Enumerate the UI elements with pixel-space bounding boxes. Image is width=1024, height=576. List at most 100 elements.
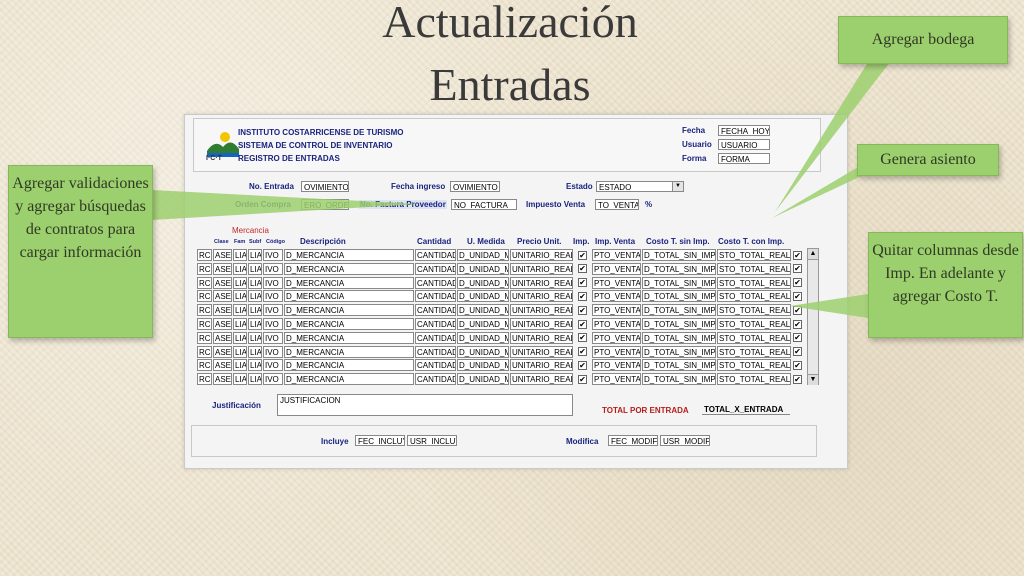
cell-cantidad[interactable]: CANTIDAD xyxy=(415,249,456,261)
row-checkbox[interactable]: ✔ xyxy=(793,305,802,315)
row-checkbox[interactable]: ✔ xyxy=(793,360,802,370)
cell-descripcion[interactable]: D_MERCANCIA xyxy=(284,373,414,386)
cell-subf2[interactable]: LIA xyxy=(248,290,262,303)
cell-costo-con-imp[interactable]: STO_TOTAL_REAL xyxy=(717,359,791,372)
row-checkbox[interactable]: ✔ xyxy=(793,374,802,384)
cell-costo-con-imp[interactable]: STO_TOTAL_REAL xyxy=(717,373,791,386)
cell-cantidad[interactable]: CANTIDAD xyxy=(415,276,456,289)
row-checkbox[interactable]: ✔ xyxy=(793,333,802,343)
fec-incluye-field[interactable]: FEC_INCLUY xyxy=(355,435,405,446)
usr-modifica-field[interactable]: USR_MODIFIC xyxy=(660,435,710,446)
usuario-field[interactable]: USUARIO xyxy=(718,139,770,150)
estado-select[interactable]: ESTADO ▼ xyxy=(596,181,684,192)
cell-costo-sin-imp[interactable]: D_TOTAL_SIN_IMP xyxy=(642,318,716,330)
cell-codigo[interactable]: IVO xyxy=(263,359,283,372)
imp-checkbox[interactable]: ✔ xyxy=(578,278,587,288)
cell-subf[interactable]: LIA xyxy=(233,262,247,275)
cell-precio[interactable]: UNITARIO_REAL xyxy=(510,373,573,386)
cell-costo-sin-imp[interactable]: D_TOTAL_SIN_IMP xyxy=(642,249,716,261)
imp-checkbox[interactable]: ✔ xyxy=(578,374,587,384)
cell-descripcion[interactable]: D_MERCANCIA xyxy=(284,304,414,317)
cell-clase[interactable]: RC xyxy=(197,359,212,372)
cell-precio[interactable]: UNITARIO_REAL xyxy=(510,249,573,261)
cell-clase[interactable]: RC xyxy=(197,331,212,344)
total-field[interactable]: TOTAL_X_ENTRADA xyxy=(702,404,790,415)
cell-subf2[interactable]: LIA xyxy=(248,262,262,275)
cell-descripcion[interactable]: D_MERCANCIA xyxy=(284,262,414,275)
cell-descripcion[interactable]: D_MERCANCIA xyxy=(284,318,414,330)
cell-codigo[interactable]: IVO xyxy=(263,318,283,330)
cell-imp-venta[interactable]: PTO_VENTA xyxy=(592,249,641,261)
cell-cantidad[interactable]: CANTIDAD xyxy=(415,318,456,330)
cell-costo-con-imp[interactable]: STO_TOTAL_REAL xyxy=(717,262,791,275)
no-entrada-field[interactable]: OVIMIENTO xyxy=(301,181,349,192)
cell-cantidad[interactable]: CANTIDAD xyxy=(415,345,456,358)
cell-subf[interactable]: LIA xyxy=(233,276,247,289)
cell-cantidad[interactable]: CANTIDAD xyxy=(415,331,456,344)
cell-codigo[interactable]: IVO xyxy=(263,373,283,386)
imp-checkbox[interactable]: ✔ xyxy=(578,360,587,370)
cell-cantidad[interactable]: CANTIDAD xyxy=(415,373,456,386)
row-checkbox[interactable]: ✔ xyxy=(793,264,802,274)
cell-costo-sin-imp[interactable]: D_TOTAL_SIN_IMP xyxy=(642,276,716,289)
cell-medida[interactable]: D_UNIDAD_MI xyxy=(457,318,509,330)
cell-fam[interactable]: ASE xyxy=(213,359,232,372)
cell-medida[interactable]: D_UNIDAD_MI xyxy=(457,345,509,358)
scroll-up-icon[interactable]: ▲ xyxy=(808,249,818,260)
cell-medida[interactable]: D_UNIDAD_MI xyxy=(457,331,509,344)
cell-codigo[interactable]: IVO xyxy=(263,262,283,275)
cell-costo-con-imp[interactable]: STO_TOTAL_REAL xyxy=(717,290,791,303)
cell-subf2[interactable]: LIA xyxy=(248,359,262,372)
row-checkbox[interactable]: ✔ xyxy=(793,278,802,288)
cell-costo-con-imp[interactable]: STO_TOTAL_REAL xyxy=(717,304,791,317)
fecha-ingreso-field[interactable]: OVIMIENTO xyxy=(450,181,500,192)
cell-costo-con-imp[interactable]: STO_TOTAL_REAL xyxy=(717,345,791,358)
cell-clase[interactable]: RC xyxy=(197,318,212,330)
imp-checkbox[interactable]: ✔ xyxy=(578,291,587,301)
cell-imp-venta[interactable]: PTO_VENTA xyxy=(592,373,641,386)
imp-checkbox[interactable]: ✔ xyxy=(578,250,587,260)
cell-subf2[interactable]: LIA xyxy=(248,318,262,330)
cell-precio[interactable]: UNITARIO_REAL xyxy=(510,318,573,330)
cell-fam[interactable]: ASE xyxy=(213,345,232,358)
imp-checkbox[interactable]: ✔ xyxy=(578,319,587,329)
cell-subf2[interactable]: LIA xyxy=(248,345,262,358)
cell-imp-venta[interactable]: PTO_VENTA xyxy=(592,359,641,372)
cell-costo-con-imp[interactable]: STO_TOTAL_REAL xyxy=(717,331,791,344)
cell-subf[interactable]: LIA xyxy=(233,345,247,358)
cell-fam[interactable]: ASE xyxy=(213,304,232,317)
cell-codigo[interactable]: IVO xyxy=(263,345,283,358)
row-checkbox[interactable]: ✔ xyxy=(793,347,802,357)
cell-fam[interactable]: ASE xyxy=(213,249,232,261)
cell-imp-venta[interactable]: PTO_VENTA xyxy=(592,290,641,303)
row-checkbox[interactable]: ✔ xyxy=(793,319,802,329)
cell-costo-con-imp[interactable]: STO_TOTAL_REAL xyxy=(717,276,791,289)
forma-field[interactable]: FORMA xyxy=(718,153,770,164)
cell-medida[interactable]: D_UNIDAD_MI xyxy=(457,276,509,289)
cell-medida[interactable]: D_UNIDAD_MI xyxy=(457,290,509,303)
cell-subf[interactable]: LIA xyxy=(233,249,247,261)
cell-cantidad[interactable]: CANTIDAD xyxy=(415,262,456,275)
cell-clase[interactable]: RC xyxy=(197,249,212,261)
cell-costo-sin-imp[interactable]: D_TOTAL_SIN_IMP xyxy=(642,262,716,275)
cell-precio[interactable]: UNITARIO_REAL xyxy=(510,262,573,275)
cell-subf2[interactable]: LIA xyxy=(248,373,262,386)
cell-fam[interactable]: ASE xyxy=(213,262,232,275)
cell-fam[interactable]: ASE xyxy=(213,331,232,344)
cell-imp-venta[interactable]: PTO_VENTA xyxy=(592,345,641,358)
cell-costo-sin-imp[interactable]: D_TOTAL_SIN_IMP xyxy=(642,290,716,303)
cell-medida[interactable]: D_UNIDAD_MI xyxy=(457,373,509,386)
cell-imp-venta[interactable]: PTO_VENTA xyxy=(592,318,641,330)
chevron-down-icon[interactable]: ▼ xyxy=(672,182,683,191)
imp-checkbox[interactable]: ✔ xyxy=(578,264,587,274)
cell-subf[interactable]: LIA xyxy=(233,318,247,330)
cell-subf2[interactable]: LIA xyxy=(248,304,262,317)
cell-subf2[interactable]: LIA xyxy=(248,276,262,289)
cell-precio[interactable]: UNITARIO_REAL xyxy=(510,345,573,358)
cell-descripcion[interactable]: D_MERCANCIA xyxy=(284,359,414,372)
cell-medida[interactable]: D_UNIDAD_MI xyxy=(457,304,509,317)
cell-costo-sin-imp[interactable]: D_TOTAL_SIN_IMP xyxy=(642,373,716,386)
cell-imp-venta[interactable]: PTO_VENTA xyxy=(592,276,641,289)
cell-descripcion[interactable]: D_MERCANCIA xyxy=(284,345,414,358)
cell-medida[interactable]: D_UNIDAD_MI xyxy=(457,262,509,275)
